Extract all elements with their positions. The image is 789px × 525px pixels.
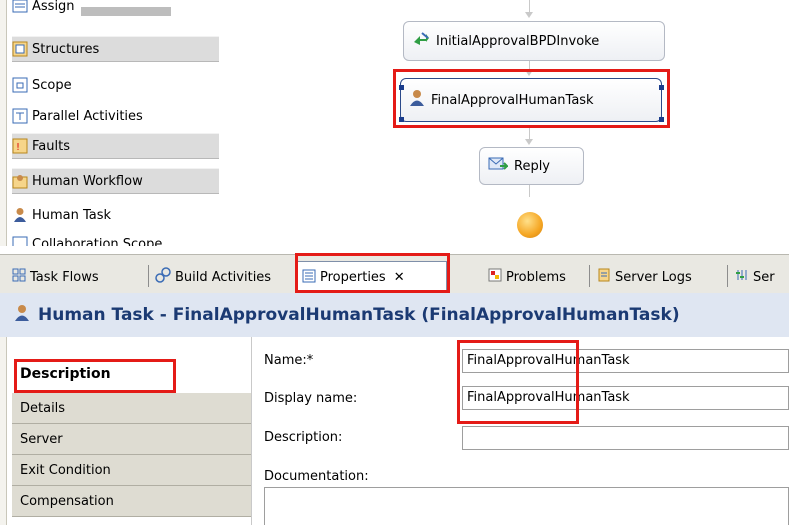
properties-title: Human Task - FinalApprovalHumanTask (Fin… xyxy=(38,305,680,325)
tab-label: Problems xyxy=(506,269,566,285)
section-label: Exit Condition xyxy=(20,462,111,478)
collaboration-scope-icon xyxy=(12,236,28,246)
palette-item-label: Scope xyxy=(32,77,72,93)
properties-title-bar: Human Task - FinalApprovalHumanTask (Fin… xyxy=(0,293,789,337)
palette-item-label: Structures xyxy=(32,41,100,57)
highlight-box-human-task xyxy=(393,69,670,128)
human-workflow-icon xyxy=(12,173,28,189)
palette-item-label: Assign xyxy=(32,0,75,14)
palette-edge xyxy=(0,0,7,246)
tab-separator xyxy=(148,265,149,287)
connector-line xyxy=(529,185,530,197)
section-label: Compensation xyxy=(20,493,114,509)
server-logs-icon xyxy=(597,268,611,286)
scope-icon xyxy=(12,77,28,93)
palette-drawer-human-workflow[interactable]: Human Workflow xyxy=(12,168,219,194)
section-label: Details xyxy=(20,400,66,416)
section-tab-compensation[interactable]: Compensation xyxy=(12,486,251,517)
build-activities-icon xyxy=(155,267,171,287)
human-task-icon xyxy=(12,207,28,223)
human-task-icon xyxy=(14,304,30,327)
component-palette: Assign Structures Scope Parallel Activit… xyxy=(0,0,251,246)
tab-label: Task Flows xyxy=(30,269,99,285)
palette-item-label: Human Task xyxy=(32,207,112,223)
palette-item-parallel-activities[interactable]: Parallel Activities xyxy=(12,104,219,128)
form-divider xyxy=(251,337,252,525)
tab-problems[interactable]: Problems xyxy=(484,263,570,291)
highlight-box-properties-tab xyxy=(295,253,450,293)
parallel-activities-icon xyxy=(12,108,28,124)
flow-node-label: Reply xyxy=(514,158,551,174)
tab-label: Server Logs xyxy=(615,269,692,285)
structures-icon xyxy=(12,41,28,57)
servers-icon xyxy=(735,268,749,286)
palette-drag-ghost xyxy=(80,6,171,16)
sections-edge xyxy=(0,337,7,525)
palette-item-collaboration-scope[interactable]: Collaboration Scope xyxy=(12,232,219,246)
property-sections: Description Details Server Exit Conditio… xyxy=(0,337,251,525)
invoke-icon xyxy=(412,30,430,52)
tab-label: Ser xyxy=(753,269,775,285)
reply-icon xyxy=(488,156,510,176)
tab-build-activities[interactable]: Build Activities xyxy=(151,263,275,291)
palette-item-label: Human Workflow xyxy=(32,173,143,189)
palette-item-label: Collaboration Scope xyxy=(32,236,163,247)
display-name-label: Display name: xyxy=(264,391,358,406)
flow-node-label: InitialApprovalBPDInvoke xyxy=(436,33,600,49)
palette-drawer-structures[interactable]: Structures xyxy=(12,36,219,62)
process-canvas[interactable]: InitialApprovalBPDInvoke FinalApprovalHu… xyxy=(251,0,789,246)
view-tab-bar: Task Flows Build Activities Properties ✕… xyxy=(0,253,789,294)
tab-servers[interactable]: Ser xyxy=(731,263,779,291)
flow-node-invoke[interactable]: InitialApprovalBPDInvoke xyxy=(403,21,665,61)
documentation-textarea[interactable] xyxy=(264,487,789,525)
connector-arrow xyxy=(525,12,533,18)
highlight-box-name-fields xyxy=(457,340,579,424)
highlight-box-description-section xyxy=(14,359,176,393)
section-tab-server[interactable]: Server xyxy=(12,424,251,455)
documentation-label: Documentation: xyxy=(264,469,369,484)
end-event-icon[interactable] xyxy=(517,212,543,238)
section-label: Server xyxy=(20,431,63,447)
description-label: Description: xyxy=(264,430,343,445)
palette-item-human-task[interactable]: Human Task xyxy=(12,203,219,227)
name-label: Name:* xyxy=(264,353,314,368)
svg-text:!: ! xyxy=(16,142,20,153)
section-tab-details[interactable]: Details xyxy=(12,393,251,424)
assign-icon xyxy=(12,0,28,14)
tab-label: Build Activities xyxy=(175,269,272,285)
problems-icon xyxy=(488,268,502,286)
task-flows-icon xyxy=(12,268,26,286)
section-tab-exit-condition[interactable]: Exit Condition xyxy=(12,455,251,486)
palette-item-label: Parallel Activities xyxy=(32,108,143,124)
tab-separator xyxy=(727,265,728,287)
tab-task-flows[interactable]: Task Flows xyxy=(8,263,103,291)
palette-item-assign[interactable]: Assign xyxy=(12,0,219,18)
connector-arrow xyxy=(525,139,533,145)
palette-item-label: Faults xyxy=(32,138,70,154)
flow-node-reply[interactable]: Reply xyxy=(479,147,584,185)
palette-drawer-faults[interactable]: ! Faults xyxy=(12,133,219,159)
tab-separator xyxy=(589,265,590,287)
faults-icon: ! xyxy=(12,138,28,154)
description-field[interactable] xyxy=(462,426,789,450)
palette-item-scope[interactable]: Scope xyxy=(12,73,219,97)
tab-server-logs[interactable]: Server Logs xyxy=(593,263,696,291)
